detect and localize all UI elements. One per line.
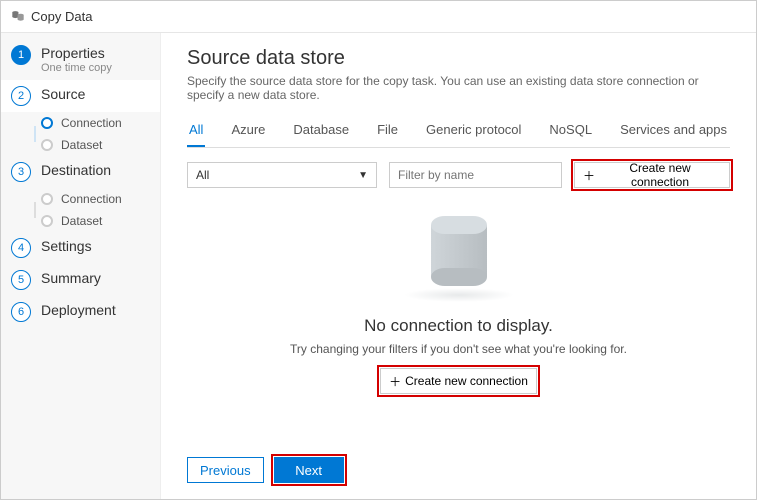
- filters-row: All ▼ ＋ Create new connection: [187, 162, 730, 188]
- create-label: Create new connection: [599, 161, 721, 189]
- empty-title: No connection to display.: [364, 316, 553, 336]
- dropdown-value: All: [196, 168, 209, 182]
- app-window: Copy Data 1 Properties One time copy 2 S…: [0, 0, 757, 500]
- wizard-sidebar: 1 Properties One time copy 2 Source Conn…: [1, 33, 161, 499]
- step-number: 2: [11, 86, 31, 106]
- substep-destination-dataset[interactable]: Dataset: [27, 210, 160, 232]
- step-summary[interactable]: 5 Summary: [1, 264, 160, 296]
- page-description: Specify the source data store for the co…: [187, 74, 730, 102]
- step-sublabel: One time copy: [41, 62, 112, 74]
- substep-label: Connection: [61, 116, 122, 130]
- substep-dot-icon: [41, 117, 53, 129]
- substep-label: Dataset: [61, 138, 102, 152]
- step-label: Settings: [41, 238, 92, 254]
- step-properties[interactable]: 1 Properties One time copy: [1, 39, 160, 80]
- titlebar-title: Copy Data: [31, 9, 92, 24]
- substep-source-connection[interactable]: Connection: [27, 112, 160, 134]
- step-label: Summary: [41, 270, 101, 286]
- category-tabs: All Azure Database File Generic protocol…: [187, 116, 730, 148]
- titlebar: Copy Data: [1, 1, 756, 33]
- tab-all[interactable]: All: [187, 116, 205, 147]
- filter-by-name-input[interactable]: [389, 162, 562, 188]
- chevron-down-icon: ▼: [358, 170, 368, 181]
- tab-generic-protocol[interactable]: Generic protocol: [424, 116, 523, 147]
- create-new-connection-button-top[interactable]: ＋ Create new connection: [574, 162, 730, 188]
- page-title: Source data store: [187, 47, 730, 70]
- substep-dot-icon: [41, 193, 53, 205]
- tab-azure[interactable]: Azure: [229, 116, 267, 147]
- step-label: Properties: [41, 45, 112, 61]
- create-new-connection-button-center[interactable]: ＋ Create new connection: [380, 368, 537, 394]
- step-number: 4: [11, 238, 31, 258]
- illustration-shadow: [404, 288, 514, 302]
- substep-source-dataset[interactable]: Dataset: [27, 134, 160, 156]
- wizard-footer: Previous Next: [187, 451, 730, 493]
- substep-label: Dataset: [61, 214, 102, 228]
- previous-button[interactable]: Previous: [187, 457, 264, 483]
- main-panel: Source data store Specify the source dat…: [161, 33, 756, 499]
- create-label: Create new connection: [405, 374, 528, 388]
- empty-state: No connection to display. Try changing y…: [187, 188, 730, 451]
- database-illustration-icon: [431, 216, 487, 286]
- copy-data-icon: [11, 8, 25, 25]
- step-destination[interactable]: 3 Destination: [1, 156, 160, 188]
- tab-nosql[interactable]: NoSQL: [547, 116, 594, 147]
- substep-destination-connection[interactable]: Connection: [27, 188, 160, 210]
- step-deployment[interactable]: 6 Deployment: [1, 296, 160, 328]
- step-label: Destination: [41, 162, 111, 178]
- filter-dropdown[interactable]: All ▼: [187, 162, 377, 188]
- step-settings[interactable]: 4 Settings: [1, 232, 160, 264]
- substep-dot-icon: [41, 215, 53, 227]
- step-label: Source: [41, 86, 85, 102]
- step-source[interactable]: 2 Source: [1, 80, 160, 112]
- next-button[interactable]: Next: [274, 457, 344, 483]
- step-number: 5: [11, 270, 31, 290]
- source-substeps: Connection Dataset: [1, 112, 160, 156]
- step-number: 3: [11, 162, 31, 182]
- substep-label: Connection: [61, 192, 122, 206]
- destination-substeps: Connection Dataset: [1, 188, 160, 232]
- tab-file[interactable]: File: [375, 116, 400, 147]
- plus-icon: ＋: [583, 167, 595, 184]
- step-number: 1: [11, 45, 31, 65]
- step-label: Deployment: [41, 302, 116, 318]
- tab-services-and-apps[interactable]: Services and apps: [618, 116, 729, 147]
- substep-dot-icon: [41, 139, 53, 151]
- empty-subtitle: Try changing your filters if you don't s…: [290, 342, 627, 356]
- step-number: 6: [11, 302, 31, 322]
- plus-icon: ＋: [389, 373, 401, 390]
- tab-database[interactable]: Database: [291, 116, 351, 147]
